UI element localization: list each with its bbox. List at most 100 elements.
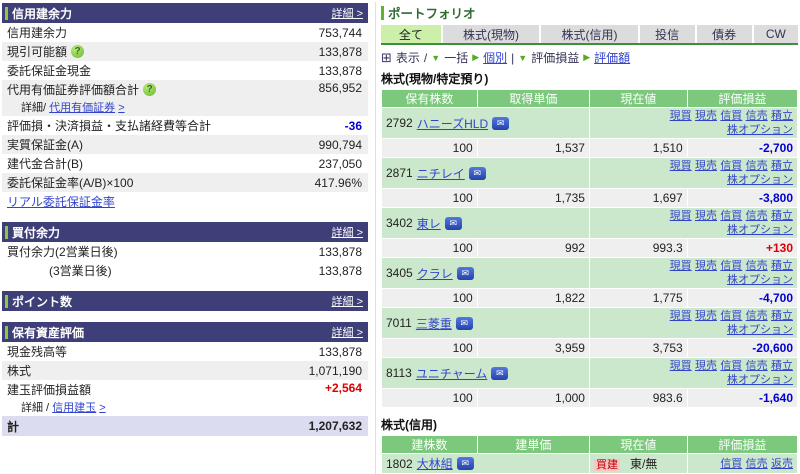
accumulate-link[interactable]: 積立: [771, 360, 793, 372]
cash-buy-link[interactable]: 現買: [670, 260, 692, 272]
accent-bar: [5, 325, 8, 339]
stock-link[interactable]: ニチレイ: [417, 165, 465, 182]
mail-icon[interactable]: ✉: [491, 366, 509, 380]
assets-row: 現金残高等 133,878: [7, 344, 362, 360]
cash-buy-link[interactable]: 現買: [670, 110, 692, 122]
tab-funds[interactable]: 投信: [639, 25, 695, 43]
tab-all[interactable]: 全て: [381, 25, 441, 43]
cash-buy-link[interactable]: 現買: [670, 210, 692, 222]
collateral-securities-link[interactable]: 代用有価証券: [49, 102, 115, 114]
margin-sell-link[interactable]: 信売: [746, 360, 768, 372]
section-header-credit: 信用建余力 詳細 >: [2, 3, 368, 23]
accent-bar: [381, 5, 384, 20]
accumulate-link[interactable]: 積立: [771, 210, 793, 222]
stock-name-row: 7011 三菱重 ✉ 現買 現売 信買 信売 積立 株オプション: [381, 307, 799, 339]
accent-bar: [5, 294, 8, 308]
margin-buy-link[interactable]: 信買: [720, 110, 742, 122]
stock-name-row: 3405 クラレ ✉ 現買 現売 信買 信売 積立 株オプション: [381, 257, 799, 289]
stock-option-link[interactable]: 株オプション: [727, 174, 793, 186]
margin-sell-link[interactable]: 信売: [746, 310, 768, 322]
credit-row: 建代金合計(B) 237,050: [7, 156, 362, 172]
mail-icon[interactable]: ✉: [456, 457, 474, 470]
stock-link[interactable]: ハニーズHLD: [417, 115, 488, 132]
margin-sell-link[interactable]: 信売: [746, 210, 768, 222]
cash-sell-link[interactable]: 現売: [695, 260, 717, 272]
cash-sell-link[interactable]: 現売: [695, 110, 717, 122]
cash-buy-link[interactable]: 現買: [670, 310, 692, 322]
help-icon[interactable]: ?: [71, 45, 85, 58]
stock-option-link[interactable]: 株オプション: [727, 224, 793, 236]
stock-link[interactable]: 大林組: [417, 455, 453, 472]
collateral-securities-arrow[interactable]: >: [118, 102, 124, 114]
detail-link[interactable]: 詳細 >: [332, 224, 364, 240]
detail-link[interactable]: 詳細 >: [332, 5, 364, 21]
stock-option-link[interactable]: 株オプション: [727, 324, 793, 336]
realtime-margin-link[interactable]: リアル委託保証金率: [7, 193, 115, 210]
tab-cw[interactable]: CW: [753, 25, 798, 43]
margin-buy-link[interactable]: 信買: [720, 160, 742, 172]
repay-sell-link[interactable]: 返売: [771, 458, 793, 470]
cash-sell-link[interactable]: 現売: [695, 310, 717, 322]
accent-bar: [5, 225, 8, 239]
margin-buy-link[interactable]: 信買: [720, 458, 742, 470]
mail-icon[interactable]: ✉: [456, 266, 474, 280]
market-label: 東/無: [629, 457, 658, 471]
cash-buy-link[interactable]: 現買: [670, 360, 692, 372]
detail-link[interactable]: 詳細 >: [332, 324, 364, 340]
accumulate-link[interactable]: 積立: [771, 110, 793, 122]
margin-buy-link[interactable]: 信買: [720, 260, 742, 272]
mail-icon[interactable]: ✉: [492, 116, 510, 130]
margin-positions-arrow[interactable]: >: [99, 402, 105, 414]
margin-positions-link[interactable]: 信用建玉: [52, 402, 96, 414]
stock-option-link[interactable]: 株オプション: [727, 374, 793, 386]
section-title: 保有資産評価: [12, 325, 85, 340]
cash-sell-link[interactable]: 現売: [695, 210, 717, 222]
long-position-badge: 買建: [593, 459, 620, 471]
portfolio-panel: ポートフォリオ 全て 株式(現物) 株式(信用) 投信 債券 CW ⊞ 表示 /…: [375, 2, 799, 474]
stock-option-link[interactable]: 株オプション: [727, 124, 793, 136]
stock-value-row: 100 1,822 1,775 -4,700: [381, 288, 799, 308]
margin-buy-link[interactable]: 信買: [720, 310, 742, 322]
mail-icon[interactable]: ✉: [455, 316, 473, 330]
stock-name-row: 2871 ニチレイ ✉ 現買 現売 信買 信売 積立 株オプション: [381, 157, 799, 189]
detail-link[interactable]: 詳細 >: [332, 293, 364, 309]
display-toolbar: ⊞ 表示 / ▼ 一括 ▶ 個別 | ▼ 評価損益 ▶ 評価額: [381, 49, 631, 66]
buying-power-row: 買付余力(2営業日後) 133,878: [7, 244, 362, 260]
stock-link[interactable]: ユニチャーム: [416, 365, 488, 382]
mail-icon[interactable]: ✉: [468, 166, 486, 180]
margin-sell-link[interactable]: 信売: [746, 160, 768, 172]
stock-name-row: 2792 ハニーズHLD ✉ 現買 現売 信買 信売 積立 株オプション: [381, 107, 799, 139]
realtime-margin-row: リアル委託保証金率: [2, 192, 368, 211]
stock-link[interactable]: クラレ: [417, 265, 453, 282]
accumulate-link[interactable]: 積立: [771, 310, 793, 322]
margin-buy-link[interactable]: 信買: [720, 360, 742, 372]
stock-link[interactable]: 三菱重: [416, 315, 452, 332]
tab-stock-margin[interactable]: 株式(信用): [541, 25, 638, 43]
cash-sell-link[interactable]: 現売: [695, 360, 717, 372]
stock-option-link[interactable]: 株オプション: [727, 274, 793, 286]
margin-sell-link[interactable]: 信売: [746, 110, 768, 122]
margin-sell-link[interactable]: 信売: [746, 458, 768, 470]
mail-icon[interactable]: ✉: [444, 216, 462, 230]
portfolio-title: ポートフォリオ: [381, 3, 798, 22]
table-header-row: 保有株数 取得単価 現在値 評価損益: [381, 89, 799, 108]
stock-link[interactable]: 東レ: [417, 215, 441, 232]
margin-stocks-table: 建株数 建単価 現在値 評価損益 1802 大林組 ✉ 買建 東/無 信買 信売 …: [381, 435, 799, 474]
accumulate-link[interactable]: 積立: [771, 160, 793, 172]
section-title: 買付余力: [12, 225, 61, 240]
margin-sell-link[interactable]: 信売: [746, 260, 768, 272]
valuation-link[interactable]: 評価額: [594, 49, 630, 66]
tab-bonds[interactable]: 債券: [696, 25, 752, 43]
cash-sell-link[interactable]: 現売: [695, 160, 717, 172]
margin-buy-link[interactable]: 信買: [720, 210, 742, 222]
display-label: 表示: [395, 51, 420, 65]
stock-name-row: 1802 大林組 ✉ 買建 東/無 信買 信売 返売: [381, 453, 799, 474]
help-icon[interactable]: ?: [143, 83, 157, 96]
individual-link[interactable]: 個別: [483, 49, 507, 66]
cash-stocks-title: 株式(現物/特定預り): [381, 72, 489, 86]
tab-stock-cash[interactable]: 株式(現物): [442, 25, 540, 43]
accumulate-link[interactable]: 積立: [771, 260, 793, 272]
triangle-right-icon: ▶: [472, 52, 480, 62]
cash-buy-link[interactable]: 現買: [670, 160, 692, 172]
batch-label: 一括: [444, 51, 469, 65]
